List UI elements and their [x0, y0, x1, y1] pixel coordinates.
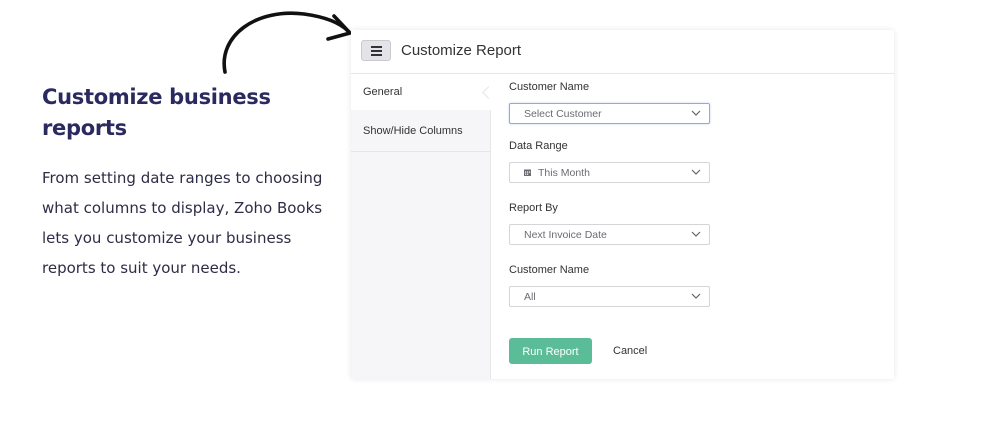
promo-title: Customize business reports [42, 85, 271, 140]
report-by-select-value: Next Invoice Date [524, 229, 607, 241]
menu-button[interactable] [361, 40, 391, 61]
panel-header: Customize Report [351, 30, 894, 74]
chevron-down-icon [691, 110, 701, 116]
curved-arrow-icon [222, 11, 352, 74]
customer-name-label: Customer Name [509, 81, 590, 93]
run-report-button[interactable]: Run Report [509, 338, 592, 364]
report-by-label: Report By [509, 202, 558, 214]
tab-general-label: General [363, 86, 403, 98]
calendar-icon [524, 169, 531, 176]
tab-show-hide-columns-label: Show/Hide Columns [363, 125, 463, 137]
customize-report-panel: Customize Report General Show/Hide Colum… [351, 30, 894, 379]
cancel-button[interactable]: Cancel [613, 338, 663, 364]
tab-general[interactable]: General [351, 74, 491, 110]
chevron-down-icon [691, 231, 701, 237]
page-title: Customize Report [401, 42, 522, 59]
date-range-select[interactable]: This Month [509, 162, 710, 183]
customer-filter-select[interactable]: All [509, 286, 710, 307]
customer-select-value: Select Customer [524, 108, 602, 120]
chevron-down-icon [691, 293, 701, 299]
tab-show-hide-columns[interactable]: Show/Hide Columns [351, 110, 490, 152]
report-by-select[interactable]: Next Invoice Date [509, 224, 710, 245]
customer-filter-select-value: All [524, 291, 536, 303]
date-range-label: Data Range [509, 140, 568, 152]
hamburger-menu-icon [371, 46, 382, 48]
promo-body: From setting date ranges to choosing wha… [42, 169, 323, 277]
customer-name-filter-label: Customer Name [509, 264, 590, 276]
customer-select[interactable]: Select Customer [509, 103, 710, 124]
chevron-down-icon [691, 169, 701, 175]
sidebar: General Show/Hide Columns [351, 74, 495, 379]
date-range-select-value: This Month [538, 167, 590, 179]
